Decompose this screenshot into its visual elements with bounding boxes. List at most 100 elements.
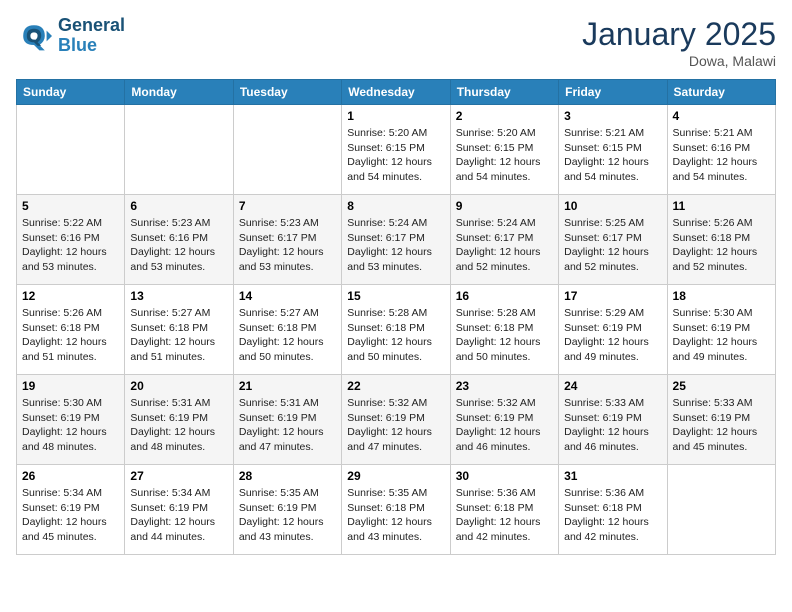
calendar-cell: 24 Sunrise: 5:33 AMSunset: 6:19 PMDayligh… [559, 375, 667, 465]
calendar-header: SundayMondayTuesdayWednesdayThursdayFrid… [17, 80, 776, 105]
header-row: SundayMondayTuesdayWednesdayThursdayFrid… [17, 80, 776, 105]
calendar-cell: 16 Sunrise: 5:28 AMSunset: 6:18 PMDayligh… [450, 285, 558, 375]
day-number: 13 [130, 289, 227, 303]
calendar-cell [667, 465, 775, 555]
header-day-thursday: Thursday [450, 80, 558, 105]
header-day-sunday: Sunday [17, 80, 125, 105]
day-number: 18 [673, 289, 770, 303]
header-day-tuesday: Tuesday [233, 80, 341, 105]
day-number: 5 [22, 199, 119, 213]
logo: General Blue [16, 16, 125, 56]
day-number: 19 [22, 379, 119, 393]
day-number: 25 [673, 379, 770, 393]
day-info: Sunrise: 5:27 AMSunset: 6:18 PMDaylight:… [239, 306, 336, 365]
calendar-cell: 8 Sunrise: 5:24 AMSunset: 6:17 PMDaylight… [342, 195, 450, 285]
day-number: 16 [456, 289, 553, 303]
calendar-body: 1Sunrise: 5:20 AMSunset: 6:15 PMDaylight… [17, 105, 776, 555]
calendar-cell: 20 Sunrise: 5:31 AMSunset: 6:19 PMDayligh… [125, 375, 233, 465]
day-number: 6 [130, 199, 227, 213]
day-number: 20 [130, 379, 227, 393]
calendar-cell: 30 Sunrise: 5:36 AMSunset: 6:18 PMDayligh… [450, 465, 558, 555]
day-number: 4 [673, 109, 770, 123]
calendar-cell: 28Sunrise: 5:35 AMSunset: 6:19 PMDayligh… [233, 465, 341, 555]
day-number: 27 [130, 469, 227, 483]
calendar-table: SundayMondayTuesdayWednesdayThursdayFrid… [16, 79, 776, 555]
day-info: Sunrise: 5:20 AMSunset: 6:15 PMDaylight:… [456, 126, 553, 185]
calendar-week-4: 19Sunrise: 5:30 AMSunset: 6:19 PMDayligh… [17, 375, 776, 465]
day-info: Sunrise: 5:23 AMSunset: 6:17 PMDaylight:… [239, 216, 336, 275]
calendar-cell: 21 Sunrise: 5:31 AMSunset: 6:19 PMDayligh… [233, 375, 341, 465]
day-info: Sunrise: 5:28 AMSunset: 6:18 PMDaylight:… [347, 306, 444, 365]
calendar-cell: 14 Sunrise: 5:27 AMSunset: 6:18 PMDayligh… [233, 285, 341, 375]
day-info: Sunrise: 5:31 AMSunset: 6:19 PMDaylight:… [130, 396, 227, 455]
calendar-cell: 4 Sunrise: 5:21 AMSunset: 6:16 PMDaylight… [667, 105, 775, 195]
calendar-cell [233, 105, 341, 195]
day-number: 21 [239, 379, 336, 393]
logo-text: General Blue [58, 16, 125, 56]
calendar-week-2: 5Sunrise: 5:22 AMSunset: 6:16 PMDaylight… [17, 195, 776, 285]
calendar-cell: 11Sunrise: 5:26 AMSunset: 6:18 PMDayligh… [667, 195, 775, 285]
calendar-cell: 3 Sunrise: 5:21 AMSunset: 6:15 PMDaylight… [559, 105, 667, 195]
day-number: 24 [564, 379, 661, 393]
day-number: 10 [564, 199, 661, 213]
day-info: Sunrise: 5:21 AMSunset: 6:16 PMDaylight:… [673, 126, 770, 185]
day-info: Sunrise: 5:21 AMSunset: 6:15 PMDaylight:… [564, 126, 661, 185]
calendar-cell: 2 Sunrise: 5:20 AMSunset: 6:15 PMDaylight… [450, 105, 558, 195]
calendar-week-3: 12Sunrise: 5:26 AMSunset: 6:18 PMDayligh… [17, 285, 776, 375]
header-day-saturday: Saturday [667, 80, 775, 105]
day-number: 8 [347, 199, 444, 213]
calendar-cell [125, 105, 233, 195]
day-number: 29 [347, 469, 444, 483]
calendar-cell: 18Sunrise: 5:30 AMSunset: 6:19 PMDayligh… [667, 285, 775, 375]
day-info: Sunrise: 5:26 AMSunset: 6:18 PMDaylight:… [673, 216, 770, 275]
month-title: January 2025 [582, 16, 776, 53]
calendar-cell: 6 Sunrise: 5:23 AMSunset: 6:16 PMDaylight… [125, 195, 233, 285]
day-info: Sunrise: 5:20 AMSunset: 6:15 PMDaylight:… [347, 126, 444, 185]
day-number: 30 [456, 469, 553, 483]
day-number: 7 [239, 199, 336, 213]
calendar-cell: 27 Sunrise: 5:34 AMSunset: 6:19 PMDayligh… [125, 465, 233, 555]
calendar-cell: 31Sunrise: 5:36 AMSunset: 6:18 PMDayligh… [559, 465, 667, 555]
day-info: Sunrise: 5:33 AMSunset: 6:19 PMDaylight:… [673, 396, 770, 455]
page-header: General Blue January 2025 Dowa, Malawi [16, 16, 776, 69]
day-number: 15 [347, 289, 444, 303]
day-info: Sunrise: 5:32 AMSunset: 6:19 PMDaylight:… [456, 396, 553, 455]
calendar-cell: 9 Sunrise: 5:24 AMSunset: 6:17 PMDaylight… [450, 195, 558, 285]
calendar-cell: 26Sunrise: 5:34 AMSunset: 6:19 PMDayligh… [17, 465, 125, 555]
day-number: 17 [564, 289, 661, 303]
day-number: 9 [456, 199, 553, 213]
calendar-cell [17, 105, 125, 195]
calendar-cell: 15 Sunrise: 5:28 AMSunset: 6:18 PMDayligh… [342, 285, 450, 375]
day-number: 31 [564, 469, 661, 483]
day-number: 23 [456, 379, 553, 393]
header-day-monday: Monday [125, 80, 233, 105]
calendar-cell: 10Sunrise: 5:25 AMSunset: 6:17 PMDayligh… [559, 195, 667, 285]
day-info: Sunrise: 5:24 AMSunset: 6:17 PMDaylight:… [347, 216, 444, 275]
day-info: Sunrise: 5:24 AMSunset: 6:17 PMDaylight:… [456, 216, 553, 275]
calendar-cell: 25 Sunrise: 5:33 AMSunset: 6:19 PMDayligh… [667, 375, 775, 465]
header-day-friday: Friday [559, 80, 667, 105]
day-number: 26 [22, 469, 119, 483]
day-number: 14 [239, 289, 336, 303]
day-number: 12 [22, 289, 119, 303]
day-info: Sunrise: 5:31 AMSunset: 6:19 PMDaylight:… [239, 396, 336, 455]
day-info: Sunrise: 5:35 AMSunset: 6:18 PMDaylight:… [347, 486, 444, 545]
calendar-cell: 1Sunrise: 5:20 AMSunset: 6:15 PMDaylight… [342, 105, 450, 195]
day-info: Sunrise: 5:33 AMSunset: 6:19 PMDaylight:… [564, 396, 661, 455]
title-block: January 2025 Dowa, Malawi [582, 16, 776, 69]
day-number: 2 [456, 109, 553, 123]
calendar-week-1: 1Sunrise: 5:20 AMSunset: 6:15 PMDaylight… [17, 105, 776, 195]
day-number: 22 [347, 379, 444, 393]
day-info: Sunrise: 5:34 AMSunset: 6:19 PMDaylight:… [130, 486, 227, 545]
calendar-cell: 19Sunrise: 5:30 AMSunset: 6:19 PMDayligh… [17, 375, 125, 465]
day-info: Sunrise: 5:28 AMSunset: 6:18 PMDaylight:… [456, 306, 553, 365]
day-info: Sunrise: 5:36 AMSunset: 6:18 PMDaylight:… [456, 486, 553, 545]
day-info: Sunrise: 5:32 AMSunset: 6:19 PMDaylight:… [347, 396, 444, 455]
calendar-cell: 12Sunrise: 5:26 AMSunset: 6:18 PMDayligh… [17, 285, 125, 375]
day-info: Sunrise: 5:23 AMSunset: 6:16 PMDaylight:… [130, 216, 227, 275]
day-number: 3 [564, 109, 661, 123]
calendar-cell: 13Sunrise: 5:27 AMSunset: 6:18 PMDayligh… [125, 285, 233, 375]
calendar-cell: 5Sunrise: 5:22 AMSunset: 6:16 PMDaylight… [17, 195, 125, 285]
location: Dowa, Malawi [582, 53, 776, 69]
calendar-cell: 17Sunrise: 5:29 AMSunset: 6:19 PMDayligh… [559, 285, 667, 375]
